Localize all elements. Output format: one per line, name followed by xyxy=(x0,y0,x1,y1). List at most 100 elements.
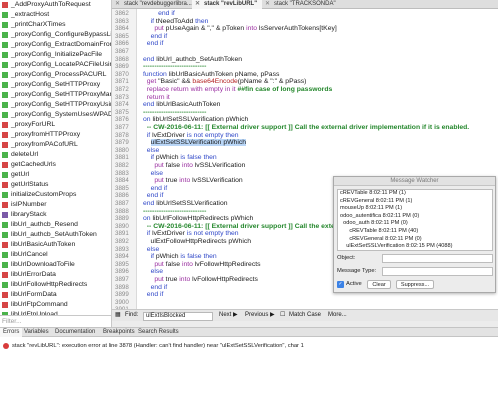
message-row[interactable]: cREVGeneral 8:02:11 PM (0) xyxy=(338,236,492,244)
handler-item[interactable]: libUrl_authcb_Resend xyxy=(0,220,111,230)
handler-item[interactable]: libUrlFtpCommand xyxy=(0,300,111,310)
handler-type-icon xyxy=(2,192,8,198)
code-line[interactable]: 3865 end if xyxy=(112,33,498,41)
code-line[interactable]: 3881 if pWhich is false then xyxy=(112,154,498,162)
code-line[interactable]: 3880 else xyxy=(112,147,498,155)
code-line[interactable]: 3882 put false into lvSSLVerification xyxy=(112,162,498,170)
handler-item[interactable]: _proxyfromHTTPProxy xyxy=(0,130,111,140)
code-line[interactable]: 3874 end libUrlBasicAuthToken xyxy=(112,101,498,109)
handler-item[interactable]: libraryStack xyxy=(0,210,111,220)
handler-item[interactable]: _proxyConfig_SystemUsesWPAD xyxy=(0,110,111,120)
handler-item[interactable]: libUrl_authcb_SetAuthToken xyxy=(0,230,111,240)
message-row[interactable]: cREVTable 8:02:11 PM (40) xyxy=(338,228,492,236)
message-row[interactable]: ulExtSetSSLVerification 8:02:15 PM (4088… xyxy=(338,243,492,250)
handler-item[interactable]: libUrlErrorData xyxy=(0,270,111,280)
more-button[interactable]: More... xyxy=(328,310,347,321)
bottom-tab-variables[interactable]: Variables xyxy=(21,328,52,337)
bottom-tab-breakpoints[interactable]: Breakpoints xyxy=(100,328,138,337)
handler-item[interactable]: libUrlFollowHttpRedirects xyxy=(0,280,111,290)
code-line[interactable]: 3864 put pUseAgain & "," & pToken into l… xyxy=(112,25,498,33)
line-number: 3881 xyxy=(115,154,129,162)
close-icon[interactable]: ✕ xyxy=(115,0,120,9)
handler-label: libUrlFtpCommand xyxy=(11,301,68,308)
handler-item[interactable]: _proxyConfig_SetHTTPProxyUsin xyxy=(0,100,111,110)
code-line[interactable]: 3863 if tNeedToAdd then xyxy=(112,18,498,26)
suppress-button[interactable]: Suppress... xyxy=(396,280,434,289)
clear-button[interactable]: Clear xyxy=(367,280,391,289)
tab-tracksonda[interactable]: ✕ stack "TRACKSONDA" xyxy=(262,0,342,9)
code-line[interactable]: 3875 ---------------------------- xyxy=(112,109,498,117)
handler-item[interactable]: _proxyConfig_SetHTTPProxy xyxy=(0,80,111,90)
code-line[interactable]: 3877 -- CW-2016-06-11: [[ External drive… xyxy=(112,124,498,132)
close-icon[interactable]: ✕ xyxy=(195,0,200,9)
message-row[interactable]: cREVGeneral 8:02:11 PM (1) xyxy=(338,198,492,206)
handler-item[interactable]: _AddProxyAuthToRequest xyxy=(0,0,111,10)
handler-item[interactable]: libUrlBasicAuthToken xyxy=(0,240,111,250)
handler-item[interactable]: deleteUrl xyxy=(0,150,111,160)
handler-item[interactable]: isIPNumber xyxy=(0,200,111,210)
error-row[interactable]: stack "revLibURL": execution error at li… xyxy=(0,341,498,351)
message-type-field[interactable] xyxy=(382,267,493,276)
code-line[interactable]: 3879 ulExtSetSSLVerification pWhich xyxy=(112,139,498,147)
tab-revliburl[interactable]: ✕ stack "revLibURL" xyxy=(192,0,262,9)
find-input[interactable]: ulExtIsBlocked xyxy=(143,311,213,321)
handler-item[interactable]: getUrlStatus xyxy=(0,180,111,190)
handler-item[interactable]: _printCharXTimes xyxy=(0,20,111,30)
handler-item[interactable]: _proxyConfig_ProcessPACURL xyxy=(0,70,111,80)
bottom-tab-documentation[interactable]: Documentation xyxy=(52,328,98,337)
code-line[interactable]: 3869 ---------------------------- xyxy=(112,63,498,71)
code-line[interactable]: 3876 on libUrlSetSSLVerification pWhich xyxy=(112,116,498,124)
message-row[interactable]: odoo_auth 8:02:11 PM (0) xyxy=(338,220,492,228)
code-text: ---------------------------- xyxy=(143,207,207,215)
code-line[interactable]: 3867 xyxy=(112,48,498,56)
handler-item[interactable]: libUrlCancel xyxy=(0,250,111,260)
handler-item[interactable]: _proxyConfig_ExtractDomainFrom xyxy=(0,40,111,50)
code-line[interactable]: 3862 end if xyxy=(112,10,498,18)
handler-item[interactable]: _proxyfromPACofURL xyxy=(0,140,111,150)
handler-item[interactable]: libUrlDownloadToFile xyxy=(0,260,111,270)
object-field[interactable] xyxy=(382,254,493,263)
tab-revdebuggerlibrary[interactable]: ✕ stack "revdebuggerlibra... xyxy=(112,0,192,9)
handler-type-icon xyxy=(2,262,8,268)
filter-input[interactable]: Filter... xyxy=(0,315,112,327)
line-number: 3890 xyxy=(115,222,129,230)
message-row[interactable]: mouseUp 8:02:11 PM (1) xyxy=(338,205,492,213)
handler-item[interactable]: getUrl xyxy=(0,170,111,180)
handler-item[interactable]: _proxyConfig_SetHTTPProxyMan xyxy=(0,90,111,100)
match-case-checkbox[interactable]: ☐ xyxy=(280,310,285,321)
active-checkbox[interactable]: ✓ xyxy=(337,281,344,288)
code-line[interactable]: 3878 if lvExtDriver is not empty then xyxy=(112,132,498,140)
message-row[interactable]: cREVTable 8:02:11 PM (1) xyxy=(338,190,492,198)
code-line[interactable]: 3868 end libUrl_authcb_SetAuthToken xyxy=(112,56,498,64)
handler-item[interactable]: _extractHost xyxy=(0,10,111,20)
handler-item[interactable]: getCachedUrls xyxy=(0,160,111,170)
handler-label: libUrl_authcb_SetAuthToken xyxy=(11,231,97,238)
bottom-tab-search-results[interactable]: Search Results xyxy=(135,328,182,337)
code-line[interactable]: 3900 xyxy=(112,299,498,307)
handler-item[interactable]: libUrlFormData xyxy=(0,290,111,300)
handler-list[interactable]: _AddProxyAuthToRequest _extractHost _print… xyxy=(0,0,112,315)
handler-item[interactable]: _proxyConfig_InitializePacFile xyxy=(0,50,111,60)
handler-type-icon xyxy=(2,2,8,8)
handler-type-icon xyxy=(2,162,8,168)
handler-item[interactable]: initializeCustomProps xyxy=(0,190,111,200)
handler-item[interactable]: _proxyConfig_LocatePACFileUsin xyxy=(0,60,111,70)
next-button[interactable]: Next ▶ xyxy=(219,310,238,321)
message-list[interactable]: cREVTable 8:02:11 PM (1) cREVGeneral 8:02… xyxy=(337,189,493,251)
handler-label: _proxyConfig_ConfigureBypassLis xyxy=(11,31,111,38)
bottom-tab-errors[interactable]: Errors xyxy=(0,328,23,337)
code-line[interactable]: 3872 replace return with empty in it ##f… xyxy=(112,86,498,94)
handler-item[interactable]: _proxyForURL xyxy=(0,120,111,130)
close-icon[interactable]: ✕ xyxy=(265,0,270,9)
code-line[interactable]: 3871 get "Basic" && base64Encode(pName &… xyxy=(112,78,498,86)
code-text: if tNeedToAdd then xyxy=(150,17,209,25)
code-line[interactable]: 3870 function libUrlBasicAuthToken pName,… xyxy=(112,71,498,79)
handler-type-icon xyxy=(2,172,8,178)
previous-button[interactable]: Previous ▶ xyxy=(245,310,275,321)
handler-item[interactable]: _proxyConfig_ConfigureBypassLis xyxy=(0,30,111,40)
message-row[interactable]: odoo_autentifica 8:02:11 PM (0) xyxy=(338,213,492,221)
code-line[interactable]: 3873 return it xyxy=(112,94,498,102)
handler-type-icon xyxy=(2,222,8,228)
code-line[interactable]: 3866 end if xyxy=(112,40,498,48)
line-number: 3897 xyxy=(115,276,129,283)
